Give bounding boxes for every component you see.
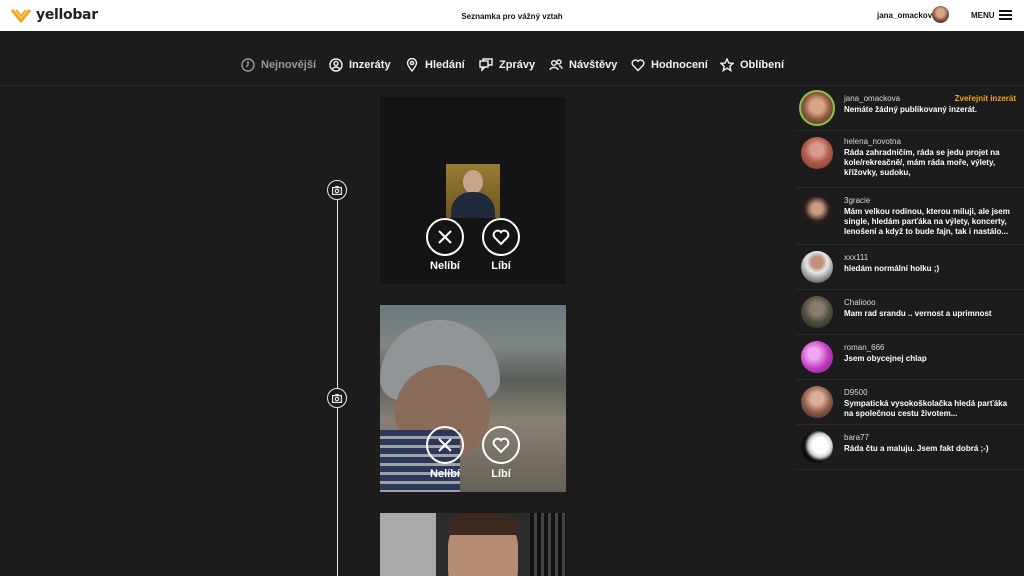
avatar[interactable] (801, 386, 833, 418)
list-item-text: Ráda čtu a maluju. Jsem fakt dobrá ;-) (844, 444, 989, 453)
timeline-line (337, 188, 338, 576)
nav-item-navstevy[interactable]: Návštěvy (549, 58, 617, 72)
photo-icon (332, 393, 342, 403)
list-item-username: D9500 (844, 388, 868, 397)
close-icon (438, 438, 452, 452)
list-item[interactable]: 3gracie Mám velkou rodinou, kterou miluj… (797, 188, 1024, 245)
nav-item-zpravy[interactable]: Zprávy (479, 58, 535, 72)
avatar[interactable] (801, 251, 833, 283)
avatar[interactable] (801, 341, 833, 373)
nav-label: Oblíbení (740, 59, 784, 71)
heart-icon (631, 59, 645, 72)
profile-photo[interactable] (446, 164, 500, 218)
avatar[interactable] (801, 196, 833, 228)
list-item-username: 3gracie (844, 196, 871, 205)
profile-photo[interactable] (380, 513, 566, 576)
main-nav: Nejnovější Inzeráty Hledání Zprávy Návšt… (0, 31, 1024, 86)
list-item[interactable]: roman_666 Jsem obycejnej chlap (797, 335, 1024, 380)
profile-photo[interactable] (380, 305, 566, 492)
dislike-button[interactable]: Nelíbí (426, 426, 464, 480)
like-button[interactable]: Líbí (482, 426, 520, 480)
close-icon (438, 230, 452, 244)
list-item-text: Jsem obycejnej chlap (844, 354, 927, 363)
publish-ad-link[interactable]: Zveřejnit inzerát (955, 94, 1016, 103)
profile-card: Nelíbí Líbí (380, 305, 566, 492)
list-item[interactable]: Chaliooo Mam rad srandu .. vernost a upr… (797, 290, 1024, 335)
list-item-text: hledám normální holku ;) (844, 264, 940, 273)
like-label: Líbí (491, 468, 511, 480)
list-item-username: xxx111 (844, 253, 869, 262)
nav-label: Hodnocení (651, 59, 708, 71)
nav-label: Nejnovější (261, 59, 317, 71)
timeline-marker (327, 388, 347, 408)
nav-item-nejnovejsi[interactable]: Nejnovější (241, 58, 316, 72)
avatar[interactable] (801, 296, 833, 328)
avatar[interactable] (801, 431, 833, 463)
dislike-label: Nelíbí (430, 260, 460, 272)
star-icon (720, 58, 734, 72)
list-item-username: helena_novotna (844, 137, 901, 146)
list-item-username: roman_666 (844, 343, 885, 352)
nav-label: Inzeráty (349, 59, 391, 71)
nav-item-hodnoceni[interactable]: Hodnocení (631, 58, 708, 72)
list-item[interactable]: bara77 Ráda čtu a maluju. Jsem fakt dobr… (797, 425, 1024, 470)
user-avatar[interactable] (932, 6, 949, 23)
current-username[interactable]: jana_omackova (877, 11, 937, 20)
list-item-own-profile[interactable]: jana_omackova Zveřejnit inzerát Nemáte ž… (797, 86, 1024, 131)
heart-icon (492, 229, 510, 246)
list-item-username: Chaliooo (844, 298, 876, 307)
heart-icon (492, 437, 510, 454)
nav-item-oblibeni[interactable]: Oblíbení (720, 58, 784, 72)
chat-icon (479, 58, 493, 72)
list-item-username: bara77 (844, 433, 869, 442)
list-item[interactable]: helena_novotna Ráda zahradničím, ráda se… (797, 131, 1024, 188)
dislike-button[interactable]: Nelíbí (426, 218, 464, 272)
ads-sidebar: jana_omackova Zveřejnit inzerát Nemáte ž… (797, 86, 1024, 470)
photo-icon (332, 185, 342, 195)
profile-card: Nelíbí Líbí (380, 97, 566, 284)
nav-label: Hledání (425, 59, 465, 71)
nav-label: Návštěvy (569, 59, 618, 71)
list-item-text: Mam rad srandu .. vernost a uprimnost (844, 309, 992, 318)
list-item-text: Sympatická vysokoškolačka hledá parťáka … (844, 399, 1008, 418)
hamburger-menu-icon[interactable] (999, 10, 1012, 20)
avatar[interactable] (799, 90, 835, 126)
menu-label[interactable]: MENU (971, 11, 995, 20)
map-pin-icon (406, 58, 418, 72)
users-icon (549, 59, 563, 71)
list-item-text: Ráda zahradničím, ráda se jedu projet na… (844, 148, 1000, 177)
nav-item-hledani[interactable]: Hledání (405, 58, 465, 72)
list-item-text: Mám velkou rodinou, kterou miluji, ale j… (844, 207, 1010, 236)
avatar[interactable] (801, 137, 833, 169)
nav-item-inzeraty[interactable]: Inzeráty (329, 58, 391, 72)
top-bar: yellobar Seznamka pro vážný vztah jana_o… (0, 0, 1024, 31)
list-item-text: Nemáte žádný publikovaný inzerát. (844, 105, 977, 114)
like-button[interactable]: Líbí (482, 218, 520, 272)
list-item[interactable]: xxx111 hledám normální holku ;) (797, 245, 1024, 290)
profile-card (380, 513, 566, 576)
timeline-marker (327, 180, 347, 200)
list-item[interactable]: D9500 Sympatická vysokoškolačka hledá pa… (797, 380, 1024, 425)
list-item-username: jana_omackova (844, 94, 901, 103)
like-label: Líbí (491, 260, 511, 272)
clock-icon (241, 58, 255, 72)
user-circle-icon (329, 58, 343, 72)
dislike-label: Nelíbí (430, 468, 460, 480)
tagline: Seznamka pro vážný vztah (461, 12, 563, 21)
nav-label: Zprávy (499, 59, 536, 71)
